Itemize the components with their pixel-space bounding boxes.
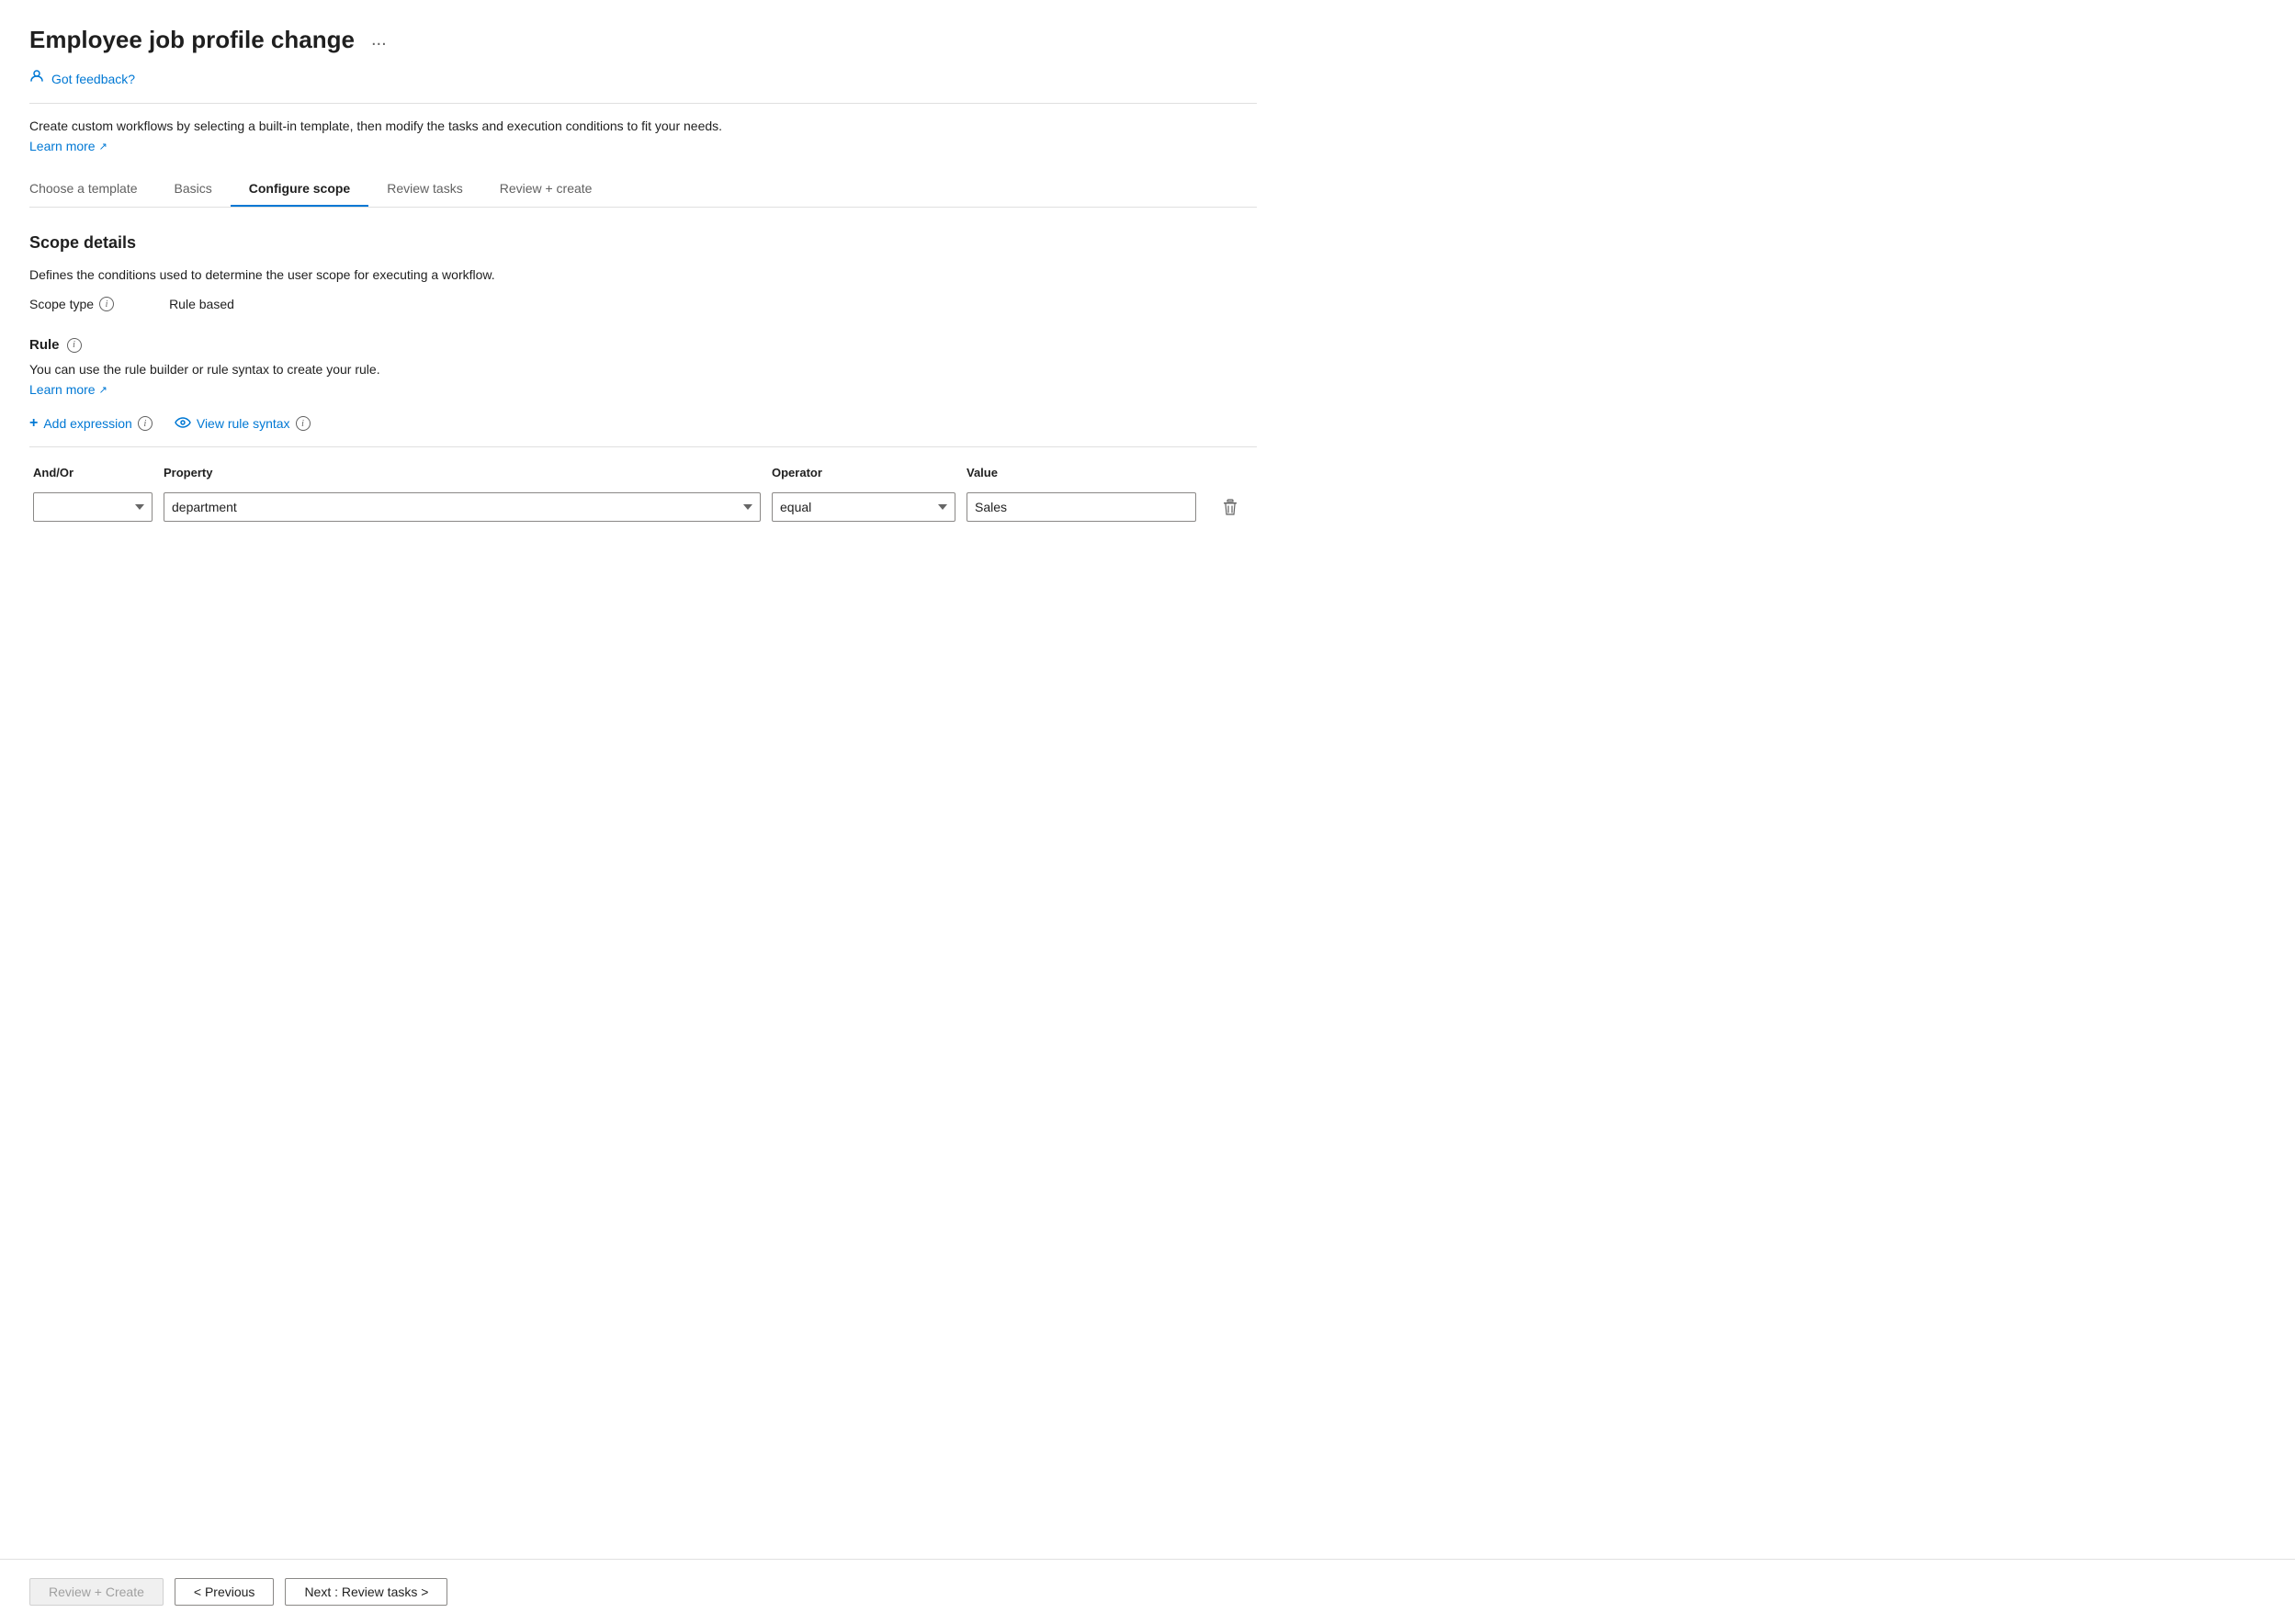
scope-type-label: Scope type [29, 297, 94, 311]
view-syntax-info-icon[interactable]: i [296, 416, 311, 431]
tab-choose-template[interactable]: Choose a template [29, 172, 156, 207]
feedback-icon [29, 69, 44, 88]
eye-icon [175, 416, 191, 431]
rule-info-icon[interactable]: i [67, 338, 82, 353]
rule-desc: You can use the rule builder or rule syn… [29, 362, 1257, 377]
add-expression-info-icon[interactable]: i [138, 416, 153, 431]
ellipsis-menu-button[interactable]: ... [366, 28, 392, 52]
col-and-or: And/Or [33, 466, 153, 479]
external-link-icon: ↗ [99, 141, 107, 152]
scope-section-desc: Defines the conditions used to determine… [29, 267, 1257, 282]
value-input[interactable] [967, 492, 1196, 522]
learn-more-link[interactable]: Learn more ↗ [29, 139, 107, 153]
scope-section-title: Scope details [29, 233, 1257, 253]
add-expression-button[interactable]: + Add expression i [29, 415, 153, 432]
property-select[interactable]: department jobTitle department [164, 492, 761, 522]
review-create-button: Review + Create [29, 1578, 164, 1606]
rule-table-header: And/Or Property Operator Value [29, 466, 1257, 479]
scope-type-info-icon[interactable]: i [99, 297, 114, 311]
next-button[interactable]: Next : Review tasks > [285, 1578, 447, 1606]
footer-bar: Review + Create < Previous Next : Review… [0, 1559, 2295, 1624]
tab-review-tasks[interactable]: Review tasks [368, 172, 480, 207]
tab-review-create[interactable]: Review + create [481, 172, 611, 207]
operator-select[interactable]: equal not equal contains [772, 492, 955, 522]
delete-row-button[interactable] [1207, 495, 1253, 519]
expression-toolbar: + Add expression i View rule syntax i [29, 415, 1257, 447]
table-row: And Or department jobTitle department eq… [29, 489, 1257, 525]
scope-type-value: Rule based [169, 297, 234, 311]
rule-external-link-icon: ↗ [99, 384, 107, 396]
tab-basics[interactable]: Basics [156, 172, 231, 207]
page-title: Employee job profile change [29, 26, 355, 54]
col-property: Property [164, 466, 761, 479]
description-text: Create custom workflows by selecting a b… [29, 118, 1257, 133]
view-rule-syntax-button[interactable]: View rule syntax i [175, 416, 311, 431]
previous-button[interactable]: < Previous [175, 1578, 275, 1606]
col-operator: Operator [772, 466, 955, 479]
and-or-select[interactable]: And Or [33, 492, 153, 522]
plus-icon: + [29, 415, 38, 432]
tab-configure-scope[interactable]: Configure scope [231, 172, 368, 207]
rule-learn-more-link[interactable]: Learn more ↗ [29, 382, 107, 397]
col-value: Value [967, 466, 1196, 479]
feedback-link[interactable]: Got feedback? [51, 72, 135, 86]
rule-title: Rule [29, 337, 60, 353]
wizard-tabs: Choose a template Basics Configure scope… [29, 172, 1257, 208]
